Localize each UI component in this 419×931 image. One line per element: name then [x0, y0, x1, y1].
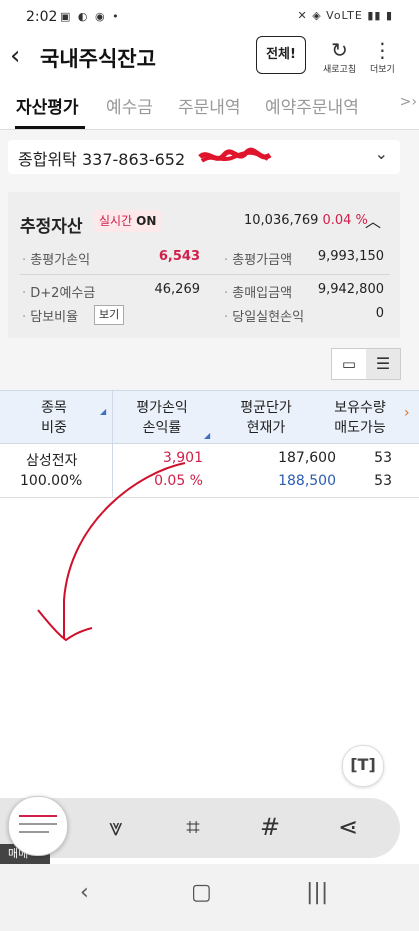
all-accounts-button[interactable]: 전체! — [256, 36, 306, 74]
tab-bar: 자산평가 예수금 주문내역 예약주문내역 >› — [0, 84, 419, 130]
scroll-right-icon[interactable]: › — [404, 405, 410, 421]
page-title: 국내주식잔고 — [40, 47, 156, 71]
active-tab-indicator — [15, 126, 85, 129]
share-icon[interactable]: ⋖ — [328, 810, 368, 844]
tab-scroll-right-icon[interactable]: >› — [385, 94, 417, 110]
summary-value: 6,543 — [158, 249, 200, 264]
estimated-assets-card: 추정자산 실시간ON 10,036,7690.04 % ︿ 총평가손익 6,54… — [8, 192, 400, 338]
summary-label: D+2예수금 — [22, 282, 95, 301]
tab-order-history[interactable]: 주문내역 — [178, 93, 241, 118]
collateral-view-button[interactable]: 보기 — [94, 305, 125, 325]
refresh-button[interactable]: ↻ 새로고침 — [323, 38, 356, 75]
summary-divider — [20, 274, 390, 275]
header-line: 평가손익 — [136, 400, 188, 416]
nav-recents-icon[interactable]: ||| — [306, 880, 328, 905]
stock-name: 삼성전자 — [26, 453, 78, 469]
exclaim-icon: ! — [289, 47, 296, 62]
status-time: 2:02 — [26, 9, 58, 25]
chevron-down-icon: ⌄ — [374, 144, 388, 163]
stock-pnl: 3,901 — [162, 450, 203, 466]
total-assets: 10,036,769 0.04 % — [244, 213, 368, 228]
summary-label: 총평가금액 — [224, 249, 292, 268]
current-price: 188,500 — [278, 473, 336, 489]
system-icons: ✕ ◈ VoLTE ▮▮ ▮ — [297, 9, 393, 22]
table-header: 종목 비중 ◢ 평가손익 손익률 ◢ 평균단가 현재가 보유수량 매도가능 › — [0, 390, 419, 444]
more-label: 더보기 — [370, 65, 395, 75]
sellable-qty: 53 — [374, 473, 392, 489]
scroll-capture-icon[interactable]: ⩔ — [96, 810, 136, 844]
back-icon[interactable]: ‹ — [10, 40, 34, 74]
account-selector[interactable]: 종합위탁 337-863-652 ⌄ — [8, 140, 400, 174]
tab-asset-valuation[interactable]: 자산평가 — [16, 93, 79, 118]
view-toggle: ▭ ☰ — [331, 348, 401, 380]
estimated-assets-title: 추정자산 — [20, 217, 83, 237]
summary-label: 담보비율 — [22, 306, 78, 325]
kebab-icon: ⋮ — [372, 38, 393, 62]
thumbnail-line — [19, 823, 57, 825]
header-line: 종목 — [41, 400, 67, 416]
summary-value: 9,993,150 — [317, 249, 384, 264]
nav-home-icon[interactable]: ▢ — [191, 880, 212, 905]
screenshot-thumbnail[interactable] — [8, 796, 68, 856]
collapse-icon[interactable]: ︿ — [365, 208, 381, 232]
header-line: 매도가능 — [334, 420, 386, 436]
column-divider — [112, 390, 113, 498]
summary-label: 당일실현손익 — [224, 306, 304, 325]
stock-weight: 100.00% — [20, 473, 83, 489]
notification-icons: ▣ ◐ ◉ • — [60, 10, 121, 23]
all-accounts-label: 전체 — [266, 47, 290, 62]
total-assets-value: 10,036,769 — [244, 213, 319, 228]
sort-indicator-icon: ◢ — [100, 407, 107, 416]
text-extract-icon: [T] — [350, 755, 376, 774]
summary-label: 총평가손익 — [22, 249, 90, 268]
crop-edit-icon[interactable]: ⌗ — [173, 810, 213, 844]
tab-deposit[interactable]: 예수금 — [106, 93, 153, 118]
header-line: 손익률 — [142, 420, 182, 436]
card-view-icon[interactable]: ▭ — [332, 349, 366, 379]
summary-value: 46,269 — [154, 282, 201, 297]
account-number: 종합위탁 337-863-652 — [18, 150, 186, 169]
nav-back-icon[interactable]: ‹ — [80, 880, 89, 905]
header-line: 평균단가 — [240, 400, 292, 416]
holding-qty: 53 — [374, 450, 392, 466]
holdings-table: 종목 비중 ◢ 평가손익 손익률 ◢ 평균단가 현재가 보유수량 매도가능 › … — [0, 390, 419, 498]
status-bar: 2:02 ▣ ◐ ◉ • ✕ ◈ VoLTE ▮▮ ▮ — [0, 0, 419, 34]
realtime-label: 실시간 — [99, 214, 133, 228]
redacted-scribble — [198, 147, 272, 163]
header-line: 현재가 — [246, 420, 286, 436]
sort-indicator-icon: ◢ — [204, 431, 211, 440]
avg-price: 187,600 — [278, 450, 336, 466]
thumbnail-line — [19, 831, 49, 833]
app-header: ‹ 국내주식잔고 전체! ↻ 새로고침 ⋮ 더보기 — [0, 34, 419, 84]
refresh-label: 새로고침 — [323, 65, 357, 75]
thumbnail-line — [19, 815, 57, 817]
more-button[interactable]: ⋮ 더보기 — [370, 38, 395, 75]
refresh-icon: ↻ — [331, 38, 348, 62]
text-extract-button[interactable]: [T] — [342, 745, 384, 787]
col-header-qty[interactable]: 보유수량 매도가능 — [330, 397, 390, 437]
list-view-icon[interactable]: ☰ — [366, 349, 400, 379]
tab-reserved-orders[interactable]: 예약주문내역 — [265, 93, 359, 118]
realtime-state: ON — [136, 214, 157, 228]
hashtag-icon[interactable]: # — [250, 810, 290, 844]
header-line: 비중 — [41, 420, 67, 436]
system-nav-bar: ‹ ▢ ||| — [0, 864, 419, 931]
col-header-stock[interactable]: 종목 비중 — [14, 397, 94, 437]
col-header-pnl[interactable]: 평가손익 손익률 — [122, 397, 202, 437]
total-assets-pct: 0.04 % — [322, 213, 368, 228]
summary-value: 0 — [375, 306, 384, 321]
realtime-toggle[interactable]: 실시간 ON — [94, 210, 162, 232]
summary-value: 9,942,800 — [317, 282, 384, 297]
header-line: 보유수량 — [334, 400, 386, 416]
summary-label: 총매입금액 — [224, 282, 292, 301]
col-header-price[interactable]: 평균단가 현재가 — [226, 397, 306, 437]
stock-pnl-rate: 0.05 % — [154, 473, 203, 489]
